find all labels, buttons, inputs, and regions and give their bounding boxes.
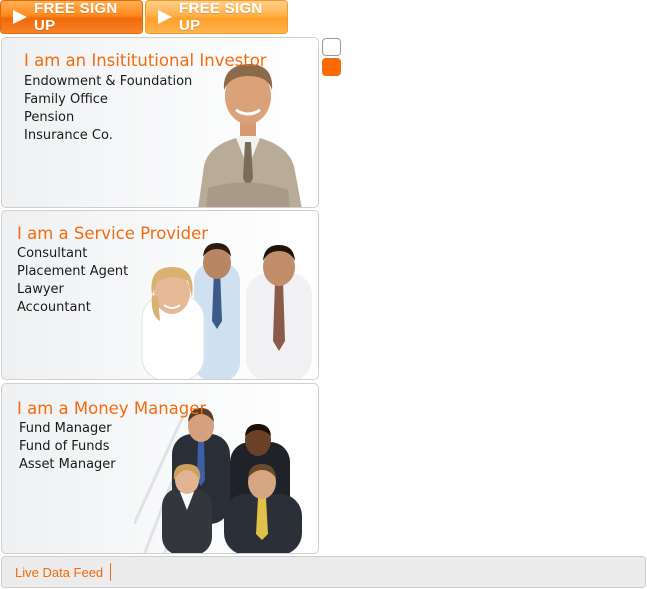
panel-list: Fund Manager Fund of Funds Asset Manager [19, 420, 116, 474]
list-item: Asset Manager [19, 457, 116, 472]
list-item: Placement Agent [17, 264, 129, 279]
list-item: Fund of Funds [19, 439, 110, 454]
list-item: Insurance Co. [24, 128, 113, 143]
live-data-feed-label[interactable]: Live Data Feed [15, 565, 103, 580]
live-data-feed-bar: Live Data Feed [1, 556, 646, 588]
free-signup-button-hover[interactable]: FREE SIGN UP [145, 0, 288, 34]
institutional-investor-panel[interactable]: I am an Insititutional Investor Endowmen… [1, 37, 319, 208]
money-manager-panel[interactable]: I am a Money Manager Fund Manager Fund o… [1, 383, 319, 554]
panel-title: I am a Service Provider [17, 224, 209, 243]
list-item: Consultant [17, 246, 88, 261]
list-item: Lawyer [17, 282, 64, 297]
list-item: Pension [24, 110, 75, 125]
list-item: Fund Manager [19, 421, 112, 436]
panel-title: I am an Insititutional Investor [24, 51, 267, 70]
free-signup-button-primary[interactable]: FREE SIGN UP [0, 0, 143, 34]
arrow-right-icon [13, 10, 27, 24]
slide-nav-button-active[interactable] [322, 58, 341, 76]
signup-label: FREE SIGN UP [34, 0, 118, 34]
signup-label: FREE SIGN UP [179, 0, 263, 34]
list-item: Accountant [17, 300, 91, 315]
arrow-right-icon [158, 10, 172, 24]
list-item: Endowment & Foundation [24, 74, 193, 89]
list-item: Family Office [24, 92, 108, 107]
panel-list: Consultant Placement Agent Lawyer Accoun… [17, 245, 128, 317]
service-provider-panel[interactable]: I am a Service Provider Consultant Place… [1, 210, 319, 380]
slide-nav-button[interactable] [322, 38, 341, 56]
divider [110, 563, 112, 581]
panel-list: Endowment & Foundation Family Office Pen… [24, 73, 192, 145]
panel-title: I am a Money Manager [17, 399, 207, 418]
